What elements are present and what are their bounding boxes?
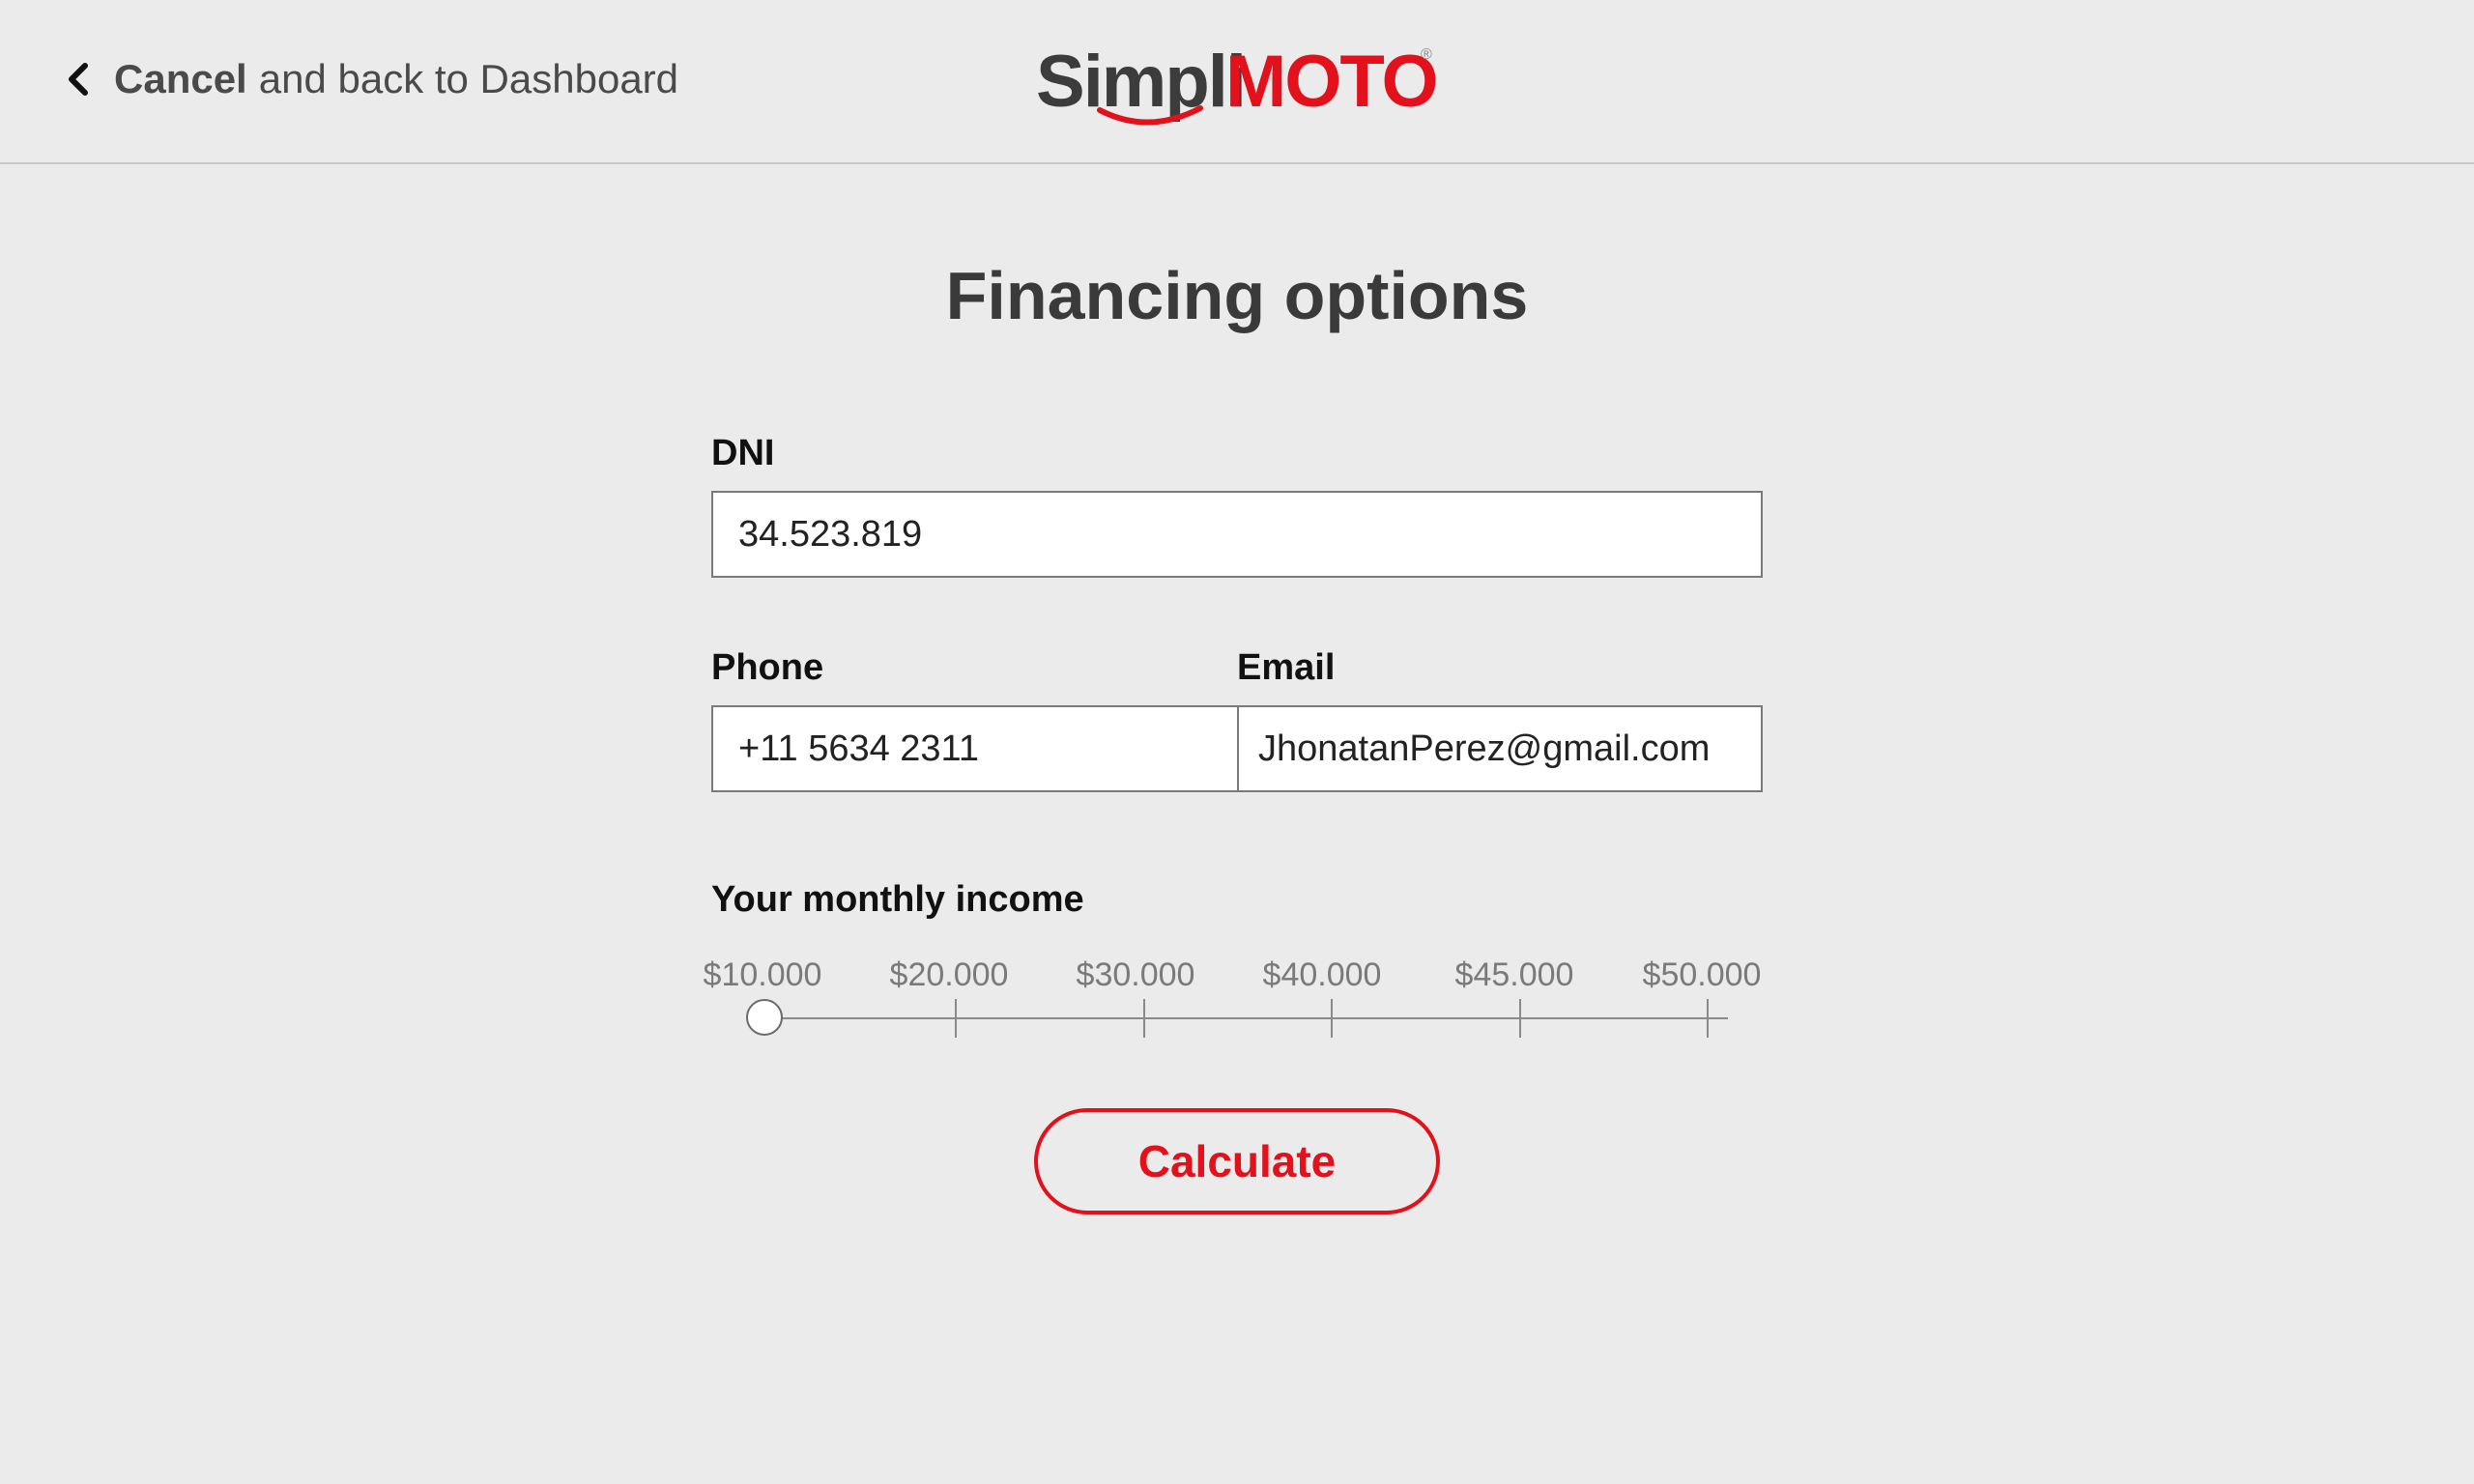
slider-thumb[interactable] [746, 999, 783, 1036]
email-label: Email [1237, 647, 1336, 688]
logo-smile-icon [1097, 105, 1203, 126]
calculate-button[interactable]: Calculate [1034, 1108, 1440, 1214]
phone-input[interactable] [711, 705, 1239, 792]
phone-label: Phone [711, 647, 824, 688]
tick-label-30000: $30.000 [1076, 956, 1195, 993]
dni-label: DNI [711, 433, 775, 473]
monthly-income-label: Your monthly income [711, 879, 1084, 920]
cancel-back-to-dashboard-link[interactable]: Cancel and back to Dashboard [62, 56, 678, 102]
monthly-income-slider[interactable]: $10.000 $20.000 $30.000 $40.000 $45.000 … [696, 956, 1778, 1053]
tick-label-20000: $20.000 [889, 956, 1009, 993]
simplimoto-logo: Simpli MOTO ® [1036, 39, 1442, 135]
slider-track[interactable] [765, 1017, 1728, 1019]
tick-label-45000: $45.000 [1454, 956, 1574, 993]
slider-tick [1707, 999, 1709, 1038]
slider-tick [1143, 999, 1145, 1038]
tick-label-10000: $10.000 [703, 956, 822, 993]
slider-tick [1519, 999, 1521, 1038]
registered-mark: ® [1421, 46, 1432, 63]
page-title: Financing options [945, 258, 1529, 333]
back-to-dashboard-label: and back to Dashboard [258, 56, 679, 101]
logo-text-moto: MOTO [1225, 41, 1439, 123]
tick-label-40000: $40.000 [1262, 956, 1382, 993]
slider-tick [1331, 999, 1333, 1038]
slider-tick [955, 999, 957, 1038]
email-input[interactable] [1237, 705, 1763, 792]
dni-input[interactable] [711, 491, 1763, 578]
top-header: Cancel and back to Dashboard Simpli MOTO… [0, 0, 2474, 164]
cancel-label: Cancel [114, 56, 247, 101]
tick-label-50000: $50.000 [1642, 956, 1762, 993]
chevron-left-icon [69, 63, 88, 96]
